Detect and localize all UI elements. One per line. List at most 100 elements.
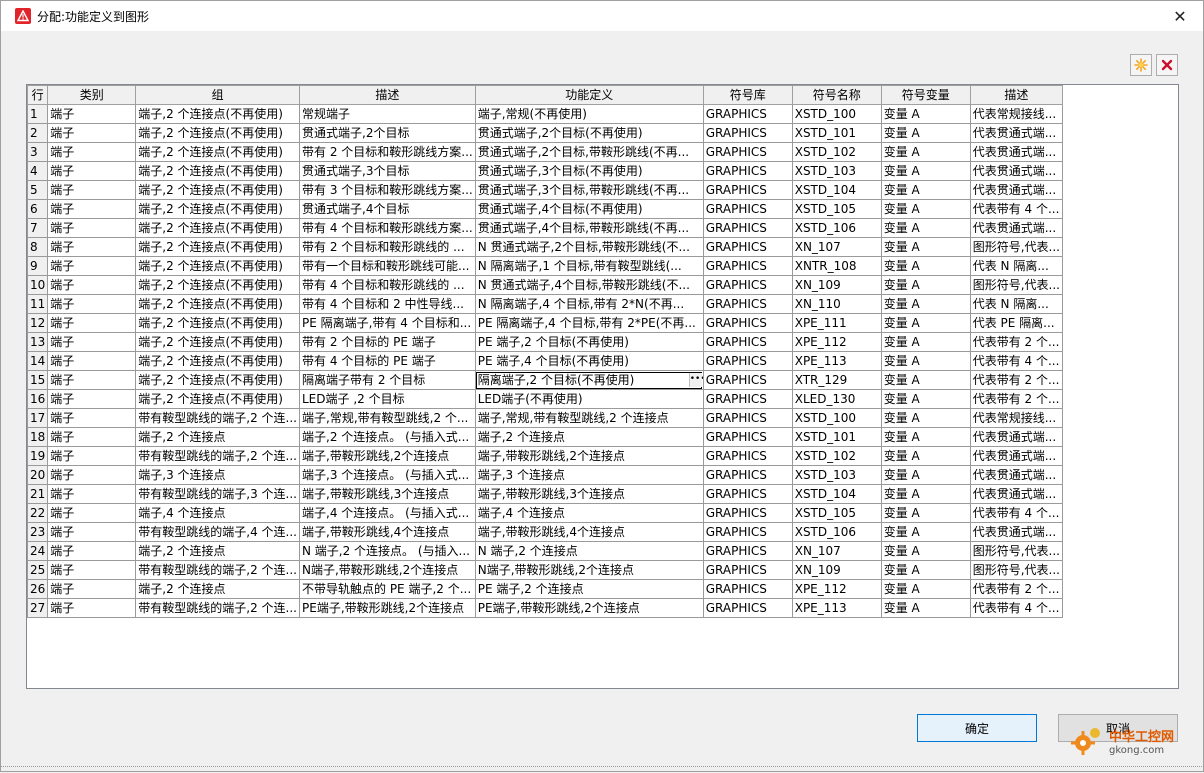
table-cell[interactable]: LED端子(不再使用) [474,389,704,409]
table-cell[interactable]: 带有鞍型跳线的端子,4 个连... [135,522,300,542]
table-cell[interactable]: 变量 A [880,541,971,561]
table-row[interactable]: 19 端子 带有鞍型跳线的端子,2 个连... 端子,带鞍形跳线,2个连接点 端子,带鞍… [27,446,1063,466]
row-number-cell[interactable]: 3 [27,142,49,162]
table-cell[interactable]: 带有 2 个目标和鞍形跳线方案... [299,142,476,162]
table-cell[interactable]: 端子,常规(不再使用) [474,104,704,124]
table-cell[interactable]: 代表贯通式端... [969,484,1063,504]
table-cell[interactable]: 带有 3 个目标和鞍形跳线方案... [299,180,476,200]
table-cell[interactable]: 端子,3 个连接点 [135,465,300,485]
column-header[interactable]: 描述 [969,85,1063,105]
table-cell[interactable]: 代表带有 4 个... [969,351,1063,371]
table-row[interactable]: 13 端子 端子,2 个连接点(不再使用) 带有 2 个目标的 PE 端子 PE 端子,… [27,332,1063,352]
table-cell[interactable]: 端子,2 个连接点(不再使用) [135,370,300,390]
table-cell[interactable]: 端子,2 个连接点 [135,579,300,599]
table-cell[interactable]: 代表 N 隔离... [969,294,1063,314]
table-row[interactable]: 9 端子 端子,2 个连接点(不再使用) 带有一个目标和鞍形跳线可能... N 隔离端子… [27,256,1063,276]
column-header[interactable]: 符号变量 [880,85,971,105]
table-cell[interactable]: 端子,带鞍形跳线,2个连接点 [299,446,476,466]
table-cell[interactable]: 端子,2 个连接点(不再使用) [135,237,300,257]
column-header[interactable]: 符号库 [702,85,793,105]
table-cell[interactable]: 端子,2 个连接点(不再使用) [135,256,300,276]
table-cell[interactable]: 端子 [47,123,137,143]
table-cell[interactable]: PE端子,带鞍形跳线,2个连接点 [299,598,476,618]
table-row[interactable]: 18 端子 端子,2 个连接点 端子,2 个连接点。 (与插入式... 端子,2 个连接… [27,427,1063,447]
table-row[interactable]: 8 端子 端子,2 个连接点(不再使用) 带有 2 个目标和鞍形跳线的 ... N 贯通… [27,237,1063,257]
table-cell[interactable]: 端子 [47,180,137,200]
table-cell[interactable]: 变量 A [880,256,971,276]
table-cell[interactable]: XTR_129 [791,370,882,390]
table-cell[interactable]: 贯通式端子,2个目标(不再使用) [474,123,704,143]
column-header[interactable]: 功能定义 [474,85,704,105]
table-cell[interactable]: 变量 A [880,408,971,428]
table-cell[interactable]: XSTD_102 [791,142,882,162]
table-cell[interactable]: 端子,2 个连接点(不再使用) [135,142,300,162]
table-cell[interactable]: XPE_113 [791,351,882,371]
table-cell[interactable]: XSTD_100 [791,408,882,428]
table-cell[interactable]: 变量 A [880,446,971,466]
table-cell[interactable]: 变量 A [880,294,971,314]
table-cell[interactable]: 端子 [47,446,137,466]
ok-button[interactable]: 确定 [917,714,1037,742]
table-cell[interactable]: GRAPHICS [702,579,793,599]
table-cell[interactable]: 带有鞍型跳线的端子,2 个连... [135,446,300,466]
table-cell[interactable]: 端子,2 个连接点(不再使用) [135,123,300,143]
table-cell[interactable]: GRAPHICS [702,275,793,295]
table-cell[interactable]: GRAPHICS [702,446,793,466]
table-cell[interactable]: 变量 A [880,275,971,295]
table-cell[interactable]: 端子 [47,389,137,409]
table-cell[interactable]: 变量 A [880,161,971,181]
table-cell[interactable]: PE端子,带鞍形跳线,2个连接点 [474,598,704,618]
table-cell[interactable]: XSTD_105 [791,199,882,219]
table-cell[interactable]: GRAPHICS [702,237,793,257]
table-cell[interactable]: 端子,2 个连接点 [135,427,300,447]
table-cell[interactable]: N 端子,2 个连接点。 (与插入... [299,541,476,561]
table-row[interactable]: 20 端子 端子,3 个连接点 端子,3 个连接点。 (与插入式... 端子,3 个连接… [27,465,1063,485]
row-number-cell[interactable]: 16 [27,389,49,409]
table-cell[interactable]: GRAPHICS [702,218,793,238]
table-cell[interactable]: 常规端子 [299,104,476,124]
table-cell[interactable]: GRAPHICS [702,503,793,523]
table-cell[interactable]: 变量 A [880,598,971,618]
table-cell[interactable]: 变量 A [880,351,971,371]
table-cell[interactable]: GRAPHICS [702,332,793,352]
table-cell[interactable]: N 贯通式端子,4个目标,带鞍形跳线(不... [474,275,704,295]
table-cell[interactable]: 端子 [47,294,137,314]
table-cell[interactable]: 代表贯通式端... [969,218,1063,238]
table-cell[interactable]: 端子 [47,104,137,124]
table-cell[interactable]: 代表贯通式端... [969,465,1063,485]
table-cell[interactable]: 端子,2 个连接点(不再使用) [135,389,300,409]
table-cell[interactable]: 代表贯通式端... [969,142,1063,162]
table-cell[interactable]: 带有鞍型跳线的端子,3 个连... [135,484,300,504]
table-cell[interactable]: GRAPHICS [702,560,793,580]
table-cell[interactable]: XN_107 [791,237,882,257]
table-cell[interactable]: 变量 A [880,142,971,162]
table-cell[interactable]: XSTD_105 [791,503,882,523]
table-cell[interactable]: 端子 [47,313,137,333]
table-cell[interactable]: 代表 N 隔离... [969,256,1063,276]
table-cell[interactable]: N端子,带鞍形跳线,2个连接点 [474,560,704,580]
table-row[interactable]: 2 端子 端子,2 个连接点(不再使用) 贯通式端子,2个目标 贯通式端子,2个目标(不… [27,123,1063,143]
table-cell[interactable]: 端子,2 个连接点 [474,427,704,447]
table-cell[interactable]: PE 隔离端子,带有 4 个目标和... [299,313,476,333]
table-cell[interactable]: 端子 [47,408,137,428]
table-cell[interactable]: XPE_113 [791,598,882,618]
row-number-cell[interactable]: 20 [27,465,49,485]
table-cell[interactable]: XSTD_104 [791,484,882,504]
table-cell[interactable]: 变量 A [880,313,971,333]
table-cell[interactable]: XN_107 [791,541,882,561]
table-cell[interactable]: XPE_112 [791,579,882,599]
assignment-grid[interactable]: 行类别组描述 功能定义 符号库 符号名称 符号变量 描述 1 端子 端子,2 个连接点(不再使… [26,84,1179,689]
table-cell[interactable]: 端子 [47,199,137,219]
table-cell[interactable]: 端子,2 个连接点(不再使用) [135,199,300,219]
table-cell[interactable]: 图形符号,代表... [969,541,1063,561]
table-row[interactable]: 14 端子 端子,2 个连接点(不再使用) 带有 4 个目标的 PE 端子 PE 端子,… [27,351,1063,371]
table-cell[interactable]: XPE_112 [791,332,882,352]
table-cell[interactable]: 带有鞍型跳线的端子,2 个连... [135,598,300,618]
table-row[interactable]: 4 端子 端子,2 个连接点(不再使用) 贯通式端子,3个目标 贯通式端子,3个目标(不… [27,161,1063,181]
table-row[interactable]: 11 端子 端子,2 个连接点(不再使用) 带有 4 个目标和 2 中性导线... N … [27,294,1063,314]
table-cell[interactable]: 端子 [47,218,137,238]
row-number-cell[interactable]: 9 [27,256,49,276]
row-number-cell[interactable]: 17 [27,408,49,428]
table-cell[interactable]: LED端子 ,2 个目标 [299,389,476,409]
table-cell[interactable]: 变量 A [880,522,971,542]
